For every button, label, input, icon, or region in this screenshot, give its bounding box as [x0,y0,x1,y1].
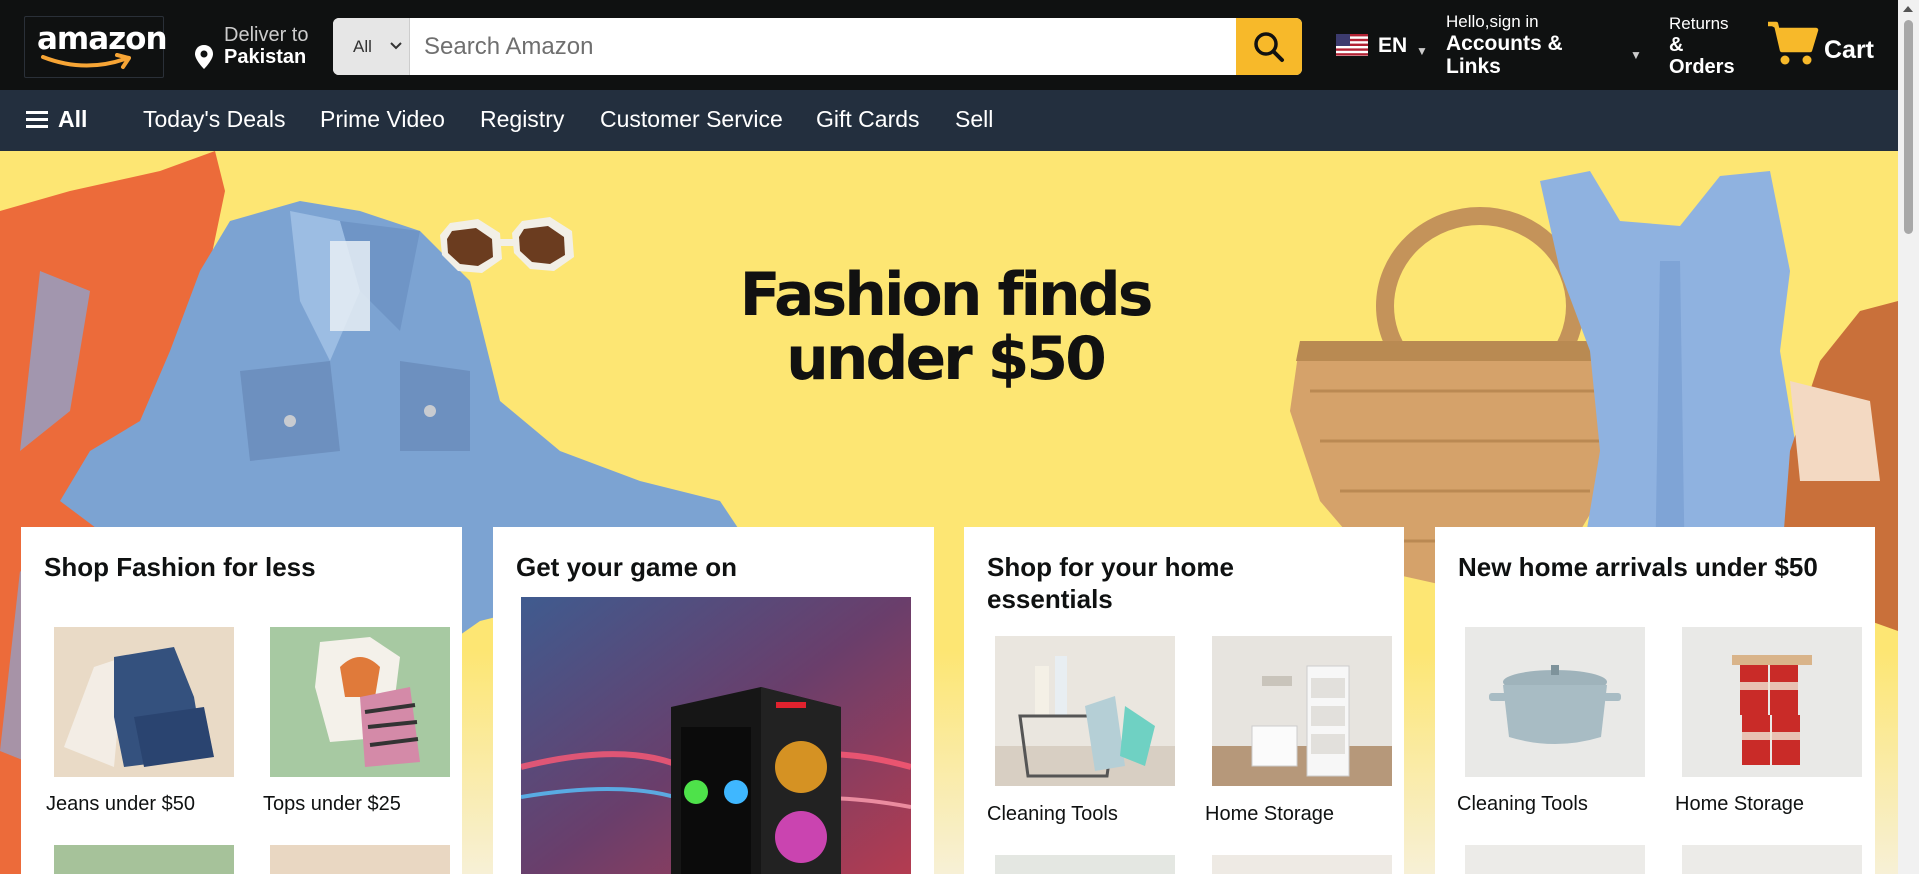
pot-image [1465,627,1645,777]
top-header: amazon Deliver to Pakistan All Search Am… [0,0,1898,90]
sunglasses-image [440,217,574,273]
card-title[interactable]: Get your game on [516,551,737,583]
language-selector[interactable]: EN ▼ [1336,32,1428,62]
nav-item-prime-video[interactable]: Prime Video [320,106,445,133]
cart-label: Cart [1824,36,1875,64]
cleaning-tools-image [995,636,1175,786]
gaming-pc-tile[interactable] [521,597,911,874]
card-new-home-arrivals: New home arrivals under $50 Cleaning Too… [1435,527,1875,874]
card-home-essentials: Shop for your home essentials Cleaning T… [964,527,1404,874]
fashion-tile-4[interactable] [270,845,450,874]
home-storage-image [1212,636,1392,786]
scrollbar-thumb[interactable] [1904,20,1913,234]
logo-text: amazon [37,21,168,57]
chevron-down-icon [390,42,402,50]
nav-item-todays-deals[interactable]: Today's Deals [143,106,285,133]
home-tile-4[interactable] [1212,855,1392,874]
search-category-select[interactable]: All [333,18,410,75]
pot-caption[interactable]: Cleaning Tools [1457,793,1588,816]
page-scrollbar[interactable] [1898,0,1919,874]
cart-button[interactable]: Cart [1766,14,1884,74]
fashion-tile-3[interactable] [54,845,234,874]
search-category-label: All [353,37,372,56]
nav-item-gift-cards[interactable]: Gift Cards [816,106,920,133]
gaming-pc-image [521,597,911,874]
account-greeting: Hello,sign in [1446,12,1539,31]
home-storage-tile[interactable] [1212,636,1392,786]
tops-image [270,627,450,777]
canisters-caption[interactable]: Home Storage [1675,793,1804,816]
caret-down-icon: ▼ [1630,48,1642,62]
search-button[interactable] [1236,18,1302,75]
jeans-image [54,627,234,777]
card-title[interactable]: Shop for your home essentials [987,551,1347,615]
cleaning-tools-tile[interactable] [995,636,1175,786]
account-menu[interactable]: Hello,sign in Accounts & Links ▼ [1446,10,1646,82]
deliver-label: Deliver to [224,24,309,46]
jeans-tile[interactable] [54,627,234,777]
us-flag-icon [1336,34,1368,56]
card-game-on: Get your game on [493,527,934,874]
amazon-logo[interactable]: amazon [24,16,168,78]
language-code: EN [1378,34,1408,57]
search-bar: All [333,18,1302,75]
search-icon [1254,32,1284,62]
home-tile-3[interactable] [995,855,1175,874]
orders-label: & Orders [1669,34,1735,78]
logo-smile-icon [41,53,131,69]
deliver-country: Pakistan [224,46,307,68]
all-menu-label: All [58,106,88,132]
arrivals-tile-3[interactable] [1465,845,1645,874]
navigation-bar: All Today's Deals Prime Video Registry C… [0,90,1898,151]
card-shop-fashion: Shop Fashion for less Jeans under $50 To… [21,527,462,874]
returns-label: Returns [1669,14,1729,33]
cart-icon [1768,21,1819,65]
cleaning-tools-caption[interactable]: Cleaning Tools [987,803,1118,826]
nav-item-customer-service[interactable]: Customer Service [600,106,783,133]
nav-item-registry[interactable]: Registry [480,106,564,133]
caret-down-icon: ▼ [1416,44,1428,58]
arrivals-tile-4[interactable] [1682,845,1862,874]
canisters-image [1682,627,1862,777]
tops-caption[interactable]: Tops under $25 [263,793,401,816]
jeans-caption[interactable]: Jeans under $50 [46,793,195,816]
account-label: Accounts & Links [1446,32,1563,78]
scroll-up-arrow-icon[interactable] [1903,6,1913,12]
hamburger-menu-icon [26,111,48,128]
location-pin-icon [195,45,213,69]
deliver-to-location[interactable]: Deliver to Pakistan [192,22,322,72]
hero-title: Fashion finds under $50 [739,260,1154,394]
returns-orders-link[interactable]: Returns & Orders [1669,12,1749,82]
canisters-tile[interactable] [1682,627,1862,777]
home-storage-caption[interactable]: Home Storage [1205,803,1334,826]
search-input[interactable] [410,18,1229,75]
card-title[interactable]: New home arrivals under $50 [1458,551,1818,583]
pot-tile[interactable] [1465,627,1645,777]
card-title[interactable]: Shop Fashion for less [44,551,316,583]
nav-item-sell[interactable]: Sell [955,106,993,133]
tops-tile[interactable] [270,627,450,777]
